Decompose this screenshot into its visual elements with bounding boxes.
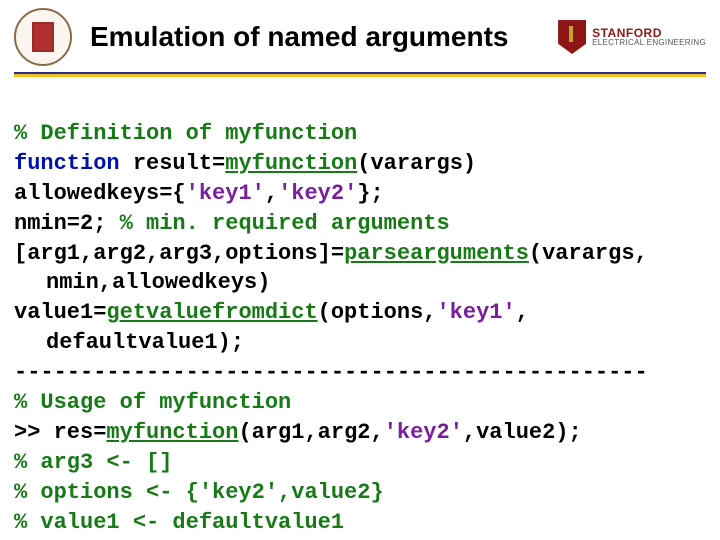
code-text: (varargs, xyxy=(529,241,648,266)
code-string: 'key1' xyxy=(186,181,265,206)
code-text: , xyxy=(265,181,278,206)
code-func: getvaluefromdict xyxy=(106,300,317,325)
code-line: % Definition of myfunction xyxy=(14,121,357,146)
code-func: parsearguments xyxy=(344,241,529,266)
code-comment: % min. required arguments xyxy=(120,211,450,236)
code-text: }; xyxy=(357,181,383,206)
code-cont: defaultvalue1); xyxy=(14,328,706,358)
code-func: myfunction xyxy=(225,151,357,176)
code-string: 'key1' xyxy=(436,300,515,325)
code-text: result= xyxy=(120,151,226,176)
slide-header: Emulation of named arguments STANFORD EL… xyxy=(0,0,720,70)
code-text: ----------------------------------------… xyxy=(14,360,648,385)
code-keyword: function xyxy=(14,151,120,176)
logo-line2: ELECTRICAL ENGINEERING xyxy=(592,39,706,47)
code-comment: % value1 <- defaultvalue1 xyxy=(14,510,344,535)
header-divider xyxy=(14,72,706,77)
code-text: ,value2); xyxy=(463,420,582,445)
code-comment: % options <- {'key2',value2} xyxy=(14,480,384,505)
code-text: >> res= xyxy=(14,420,106,445)
code-block: % Definition of myfunction function resu… xyxy=(0,89,720,538)
code-text: (arg1,arg2, xyxy=(238,420,383,445)
shield-icon xyxy=(558,20,586,54)
code-text: (varargs) xyxy=(357,151,476,176)
code-string: 'key2' xyxy=(384,420,463,445)
logo-text: STANFORD ELECTRICAL ENGINEERING xyxy=(592,27,706,47)
code-comment: % arg3 <- [] xyxy=(14,450,172,475)
code-text: (options, xyxy=(318,300,437,325)
code-string: 'key2' xyxy=(278,181,357,206)
code-text: value1= xyxy=(14,300,106,325)
stanford-ee-logo: STANFORD ELECTRICAL ENGINEERING xyxy=(558,20,706,54)
code-text: allowedkeys={ xyxy=(14,181,186,206)
stanford-seal-icon xyxy=(14,8,72,66)
code-text: nmin=2; xyxy=(14,211,120,236)
code-text: [arg1,arg2,arg3,options]= xyxy=(14,241,344,266)
code-comment: % Usage of myfunction xyxy=(14,390,291,415)
code-cont: nmin,allowedkeys) xyxy=(14,268,706,298)
slide-title: Emulation of named arguments xyxy=(84,21,546,53)
code-func: myfunction xyxy=(106,420,238,445)
code-text: , xyxy=(516,300,529,325)
seal-tower-icon xyxy=(32,22,54,52)
